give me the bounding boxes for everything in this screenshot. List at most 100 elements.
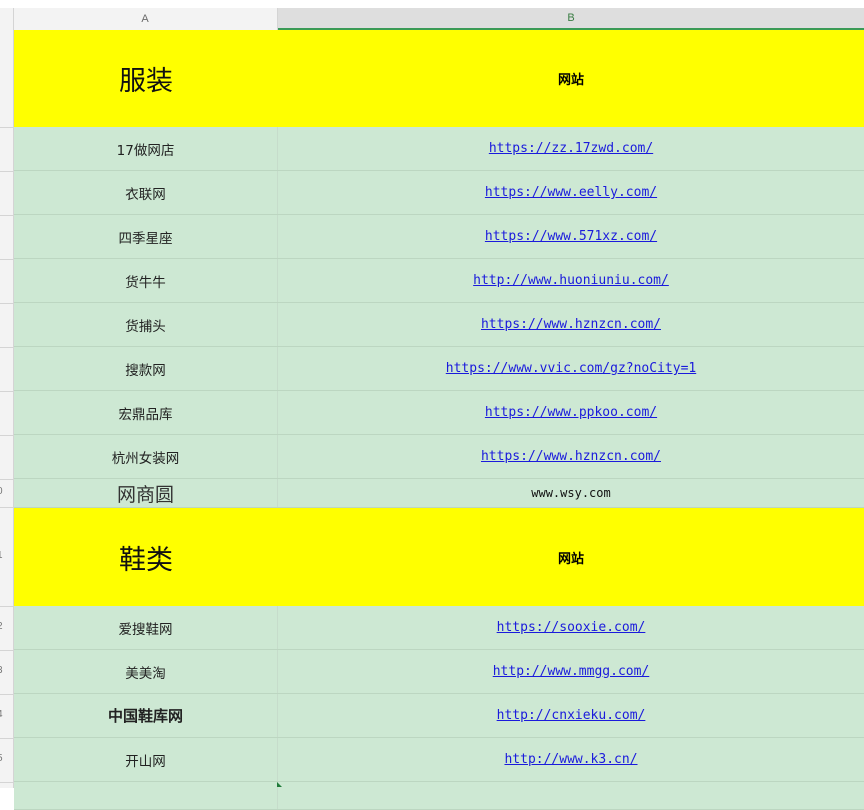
site-name: 中国鞋库网 [107, 707, 183, 725]
row-number[interactable]: 0 [0, 486, 9, 497]
site-name: 搜款网 [125, 362, 166, 379]
row-divider [0, 650, 13, 651]
row-divider [0, 435, 13, 436]
row-number[interactable]: 3 [0, 665, 9, 676]
cell-b[interactable]: https://www.vvic.com/gz?noCity=1 [278, 347, 864, 390]
site-link[interactable]: http://www.mmgg.com/ [493, 664, 650, 679]
site-name: 货牛牛 [125, 274, 166, 291]
column-header-b[interactable]: B [278, 8, 864, 30]
cell-b[interactable]: https://zz.17zwd.com/ [278, 127, 864, 170]
table-row: 货牛牛 http://www.huoniuniu.com/ [14, 259, 864, 303]
site-link[interactable]: https://www.vvic.com/gz?noCity=1 [446, 361, 696, 376]
cell-a[interactable]: 鞋类 [14, 508, 278, 606]
site-link[interactable]: http://cnxieku.com/ [497, 708, 646, 723]
row-divider [0, 215, 13, 216]
site-link[interactable]: www.wsy.com [531, 486, 610, 500]
site-name: 17做网店 [116, 142, 175, 159]
cell-b[interactable]: http://www.k3.cn/ [278, 738, 864, 781]
row-divider [0, 507, 13, 508]
cell-a[interactable]: 服装 [14, 30, 278, 127]
cell-b[interactable]: http://www.huoniuniu.com/ [278, 259, 864, 302]
cell-a[interactable]: 17做网店 [14, 127, 278, 170]
cell-a[interactable]: 美美淘 [14, 650, 278, 693]
cell-b[interactable]: 网站 [278, 508, 864, 606]
cell-a[interactable]: 开山网 [14, 738, 278, 781]
site-link[interactable]: https://www.571xz.com/ [485, 229, 657, 244]
cell-b[interactable]: https://www.571xz.com/ [278, 215, 864, 258]
cell-a[interactable]: 中国鞋库网 [14, 694, 278, 737]
site-name: 衣联网 [125, 186, 166, 203]
cell-a[interactable]: 网商圆 [14, 479, 278, 507]
site-name: 网商圆 [116, 483, 174, 506]
cell-a[interactable]: 爱搜鞋网 [14, 606, 278, 649]
section-header-row: 鞋类 网站 [14, 508, 864, 606]
column-header-a[interactable]: A [13, 8, 278, 30]
site-link[interactable]: https://www.eelly.com/ [485, 185, 657, 200]
row-divider [0, 171, 13, 172]
table-row: 搜款网 https://www.vvic.com/gz?noCity=1 [14, 347, 864, 391]
row-divider [0, 782, 13, 783]
site-name: 爱搜鞋网 [118, 621, 173, 638]
cell-a[interactable]: 四季星座 [14, 215, 278, 258]
row-number[interactable]: 1 [0, 550, 9, 561]
table-row: 货捕头 https://www.hznzcn.com/ [14, 303, 864, 347]
site-name: 美美淘 [125, 665, 166, 682]
table-row: 四季星座 https://www.571xz.com/ [14, 215, 864, 259]
row-divider [0, 259, 13, 260]
row-divider [0, 738, 13, 739]
row-number[interactable]: 5 [0, 753, 9, 764]
category-title: 鞋类 [119, 544, 173, 576]
column-label: 网站 [557, 551, 584, 567]
cell-a[interactable] [14, 782, 278, 809]
table-row: 美美淘 http://www.mmgg.com/ [14, 650, 864, 694]
table-row [14, 782, 864, 810]
cell-b[interactable]: http://www.mmgg.com/ [278, 650, 864, 693]
cell-b[interactable]: http://cnxieku.com/ [278, 694, 864, 737]
row-divider [0, 694, 13, 695]
category-title: 服装 [119, 66, 173, 97]
site-link[interactable]: https://www.hznzcn.com/ [481, 317, 661, 332]
cell-b[interactable]: www.wsy.com [278, 479, 864, 507]
site-name: 开山网 [125, 753, 166, 770]
column-label: 网站 [557, 73, 584, 88]
column-header-bar: A B [0, 8, 864, 31]
cell-a[interactable]: 杭州女装网 [14, 435, 278, 478]
cell-b[interactable]: https://www.hznzcn.com/ [278, 435, 864, 478]
row-number[interactable]: 2 [0, 621, 9, 632]
select-all-corner[interactable] [0, 8, 14, 30]
site-name: 宏鼎品库 [118, 406, 173, 423]
table-row: 宏鼎品库 https://www.ppkoo.com/ [14, 391, 864, 435]
site-link[interactable]: https://www.ppkoo.com/ [485, 405, 657, 420]
fill-handle[interactable] [277, 782, 282, 787]
row-divider [0, 391, 13, 392]
site-link[interactable]: https://zz.17zwd.com/ [489, 141, 653, 156]
site-link[interactable]: https://sooxie.com/ [497, 620, 646, 635]
table-row: 爱搜鞋网 https://sooxie.com/ [14, 606, 864, 650]
cell-a[interactable]: 衣联网 [14, 171, 278, 214]
row-header-gutter: 0 1 2 3 4 5 [0, 30, 14, 788]
site-link[interactable]: http://www.huoniuniu.com/ [473, 273, 669, 288]
section-header-row: 服装 网站 [14, 30, 864, 127]
table-row: 网商圆 www.wsy.com [14, 479, 864, 508]
cell-a[interactable]: 货牛牛 [14, 259, 278, 302]
cell-b[interactable]: https://www.hznzcn.com/ [278, 303, 864, 346]
table-row: 杭州女装网 https://www.hznzcn.com/ [14, 435, 864, 479]
site-name: 货捕头 [125, 318, 166, 335]
cell-b[interactable]: 网站 [278, 30, 864, 127]
row-divider [0, 347, 13, 348]
site-link[interactable]: https://www.hznzcn.com/ [481, 449, 661, 464]
table-row: 17做网店 https://zz.17zwd.com/ [14, 127, 864, 171]
cell-b[interactable] [278, 782, 864, 809]
cell-a[interactable]: 货捕头 [14, 303, 278, 346]
row-number[interactable]: 4 [0, 709, 9, 720]
cell-b[interactable]: https://sooxie.com/ [278, 606, 864, 649]
cell-b[interactable]: https://www.ppkoo.com/ [278, 391, 864, 434]
cell-a[interactable]: 搜款网 [14, 347, 278, 390]
table-row: 开山网 http://www.k3.cn/ [14, 738, 864, 782]
table-row: 衣联网 https://www.eelly.com/ [14, 171, 864, 215]
cell-a[interactable]: 宏鼎品库 [14, 391, 278, 434]
row-divider [0, 479, 13, 480]
row-divider [0, 606, 13, 607]
cell-b[interactable]: https://www.eelly.com/ [278, 171, 864, 214]
site-link[interactable]: http://www.k3.cn/ [504, 752, 637, 767]
